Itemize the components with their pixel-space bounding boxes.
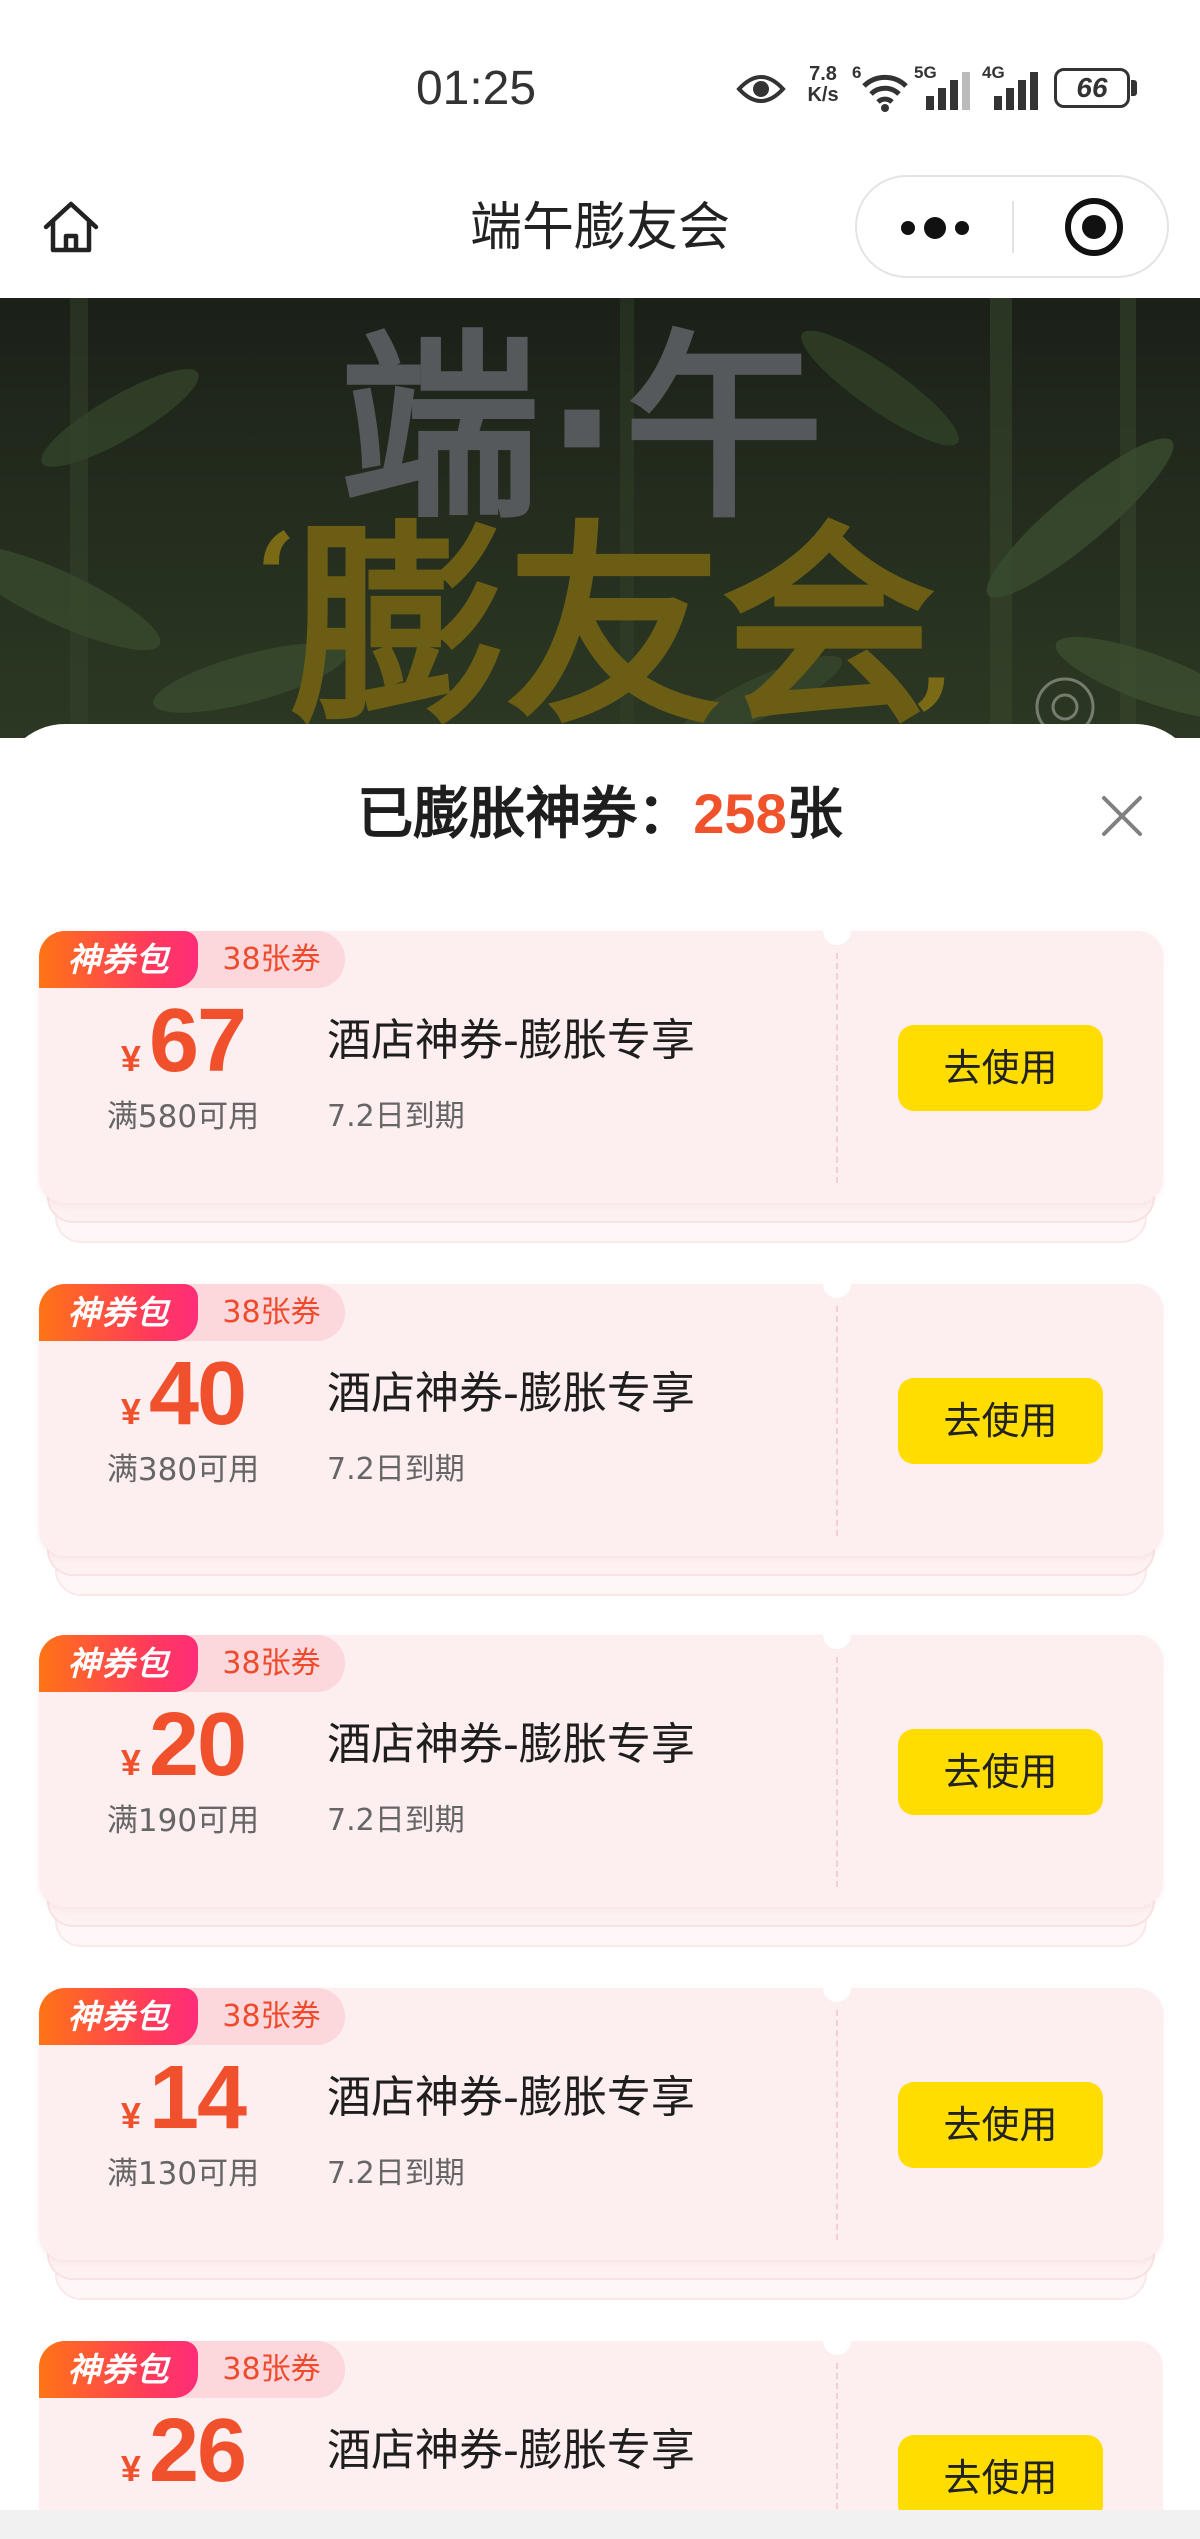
coupon-expiry: 7.2日到期 [327, 1099, 465, 1134]
event-banner: 端·午 ‘ 膨友会 ’ [0, 298, 1200, 738]
coupon-divider [836, 1306, 838, 1536]
coupon-card: 38张券 神券包 ¥14 满130可用 酒店神券-膨胀专享 7.2日到期 去使用 [39, 1974, 1163, 2300]
coupon-divider [836, 2010, 838, 2240]
use-coupon-button[interactable]: 去使用 [898, 1729, 1103, 1815]
coupon-notch [823, 1974, 851, 2002]
coupon-divider [836, 1657, 838, 1887]
coupon-count-tag: 38张券 [179, 1988, 345, 2045]
battery-icon: 66 [1054, 68, 1130, 108]
coupon-condition: 满580可用 [106, 1099, 260, 1135]
coupon-notch [823, 2327, 851, 2355]
coupon-condition: 满190可用 [106, 1803, 260, 1839]
currency-symbol: ¥ [120, 1038, 141, 1079]
currency-symbol: ¥ [120, 2095, 141, 2136]
network-speed: 7.8 K/s [800, 64, 846, 106]
sheet-title: 已膨胀神券：258张 [0, 784, 1200, 845]
coupon-count-tag: 38张券 [179, 1284, 345, 1341]
coupon-body: 38张券 神券包 ¥20 满190可用 酒店神券-膨胀专享 7.2日到期 去使用 [39, 1621, 1163, 1907]
coupon-card: 38张券 神券包 ¥20 满190可用 酒店神券-膨胀专享 7.2日到期 去使用 [39, 1621, 1163, 1947]
coupon-body: 38张券 神券包 ¥67 满580可用 酒店神券-膨胀专享 7.2日到期 去使用 [39, 917, 1163, 1203]
currency-symbol: ¥ [120, 2448, 141, 2489]
coupon-card: 38张券 神券包 ¥40 满380可用 酒店神券-膨胀专享 7.2日到期 去使用 [39, 1270, 1163, 1596]
use-coupon-button[interactable]: 去使用 [898, 1378, 1103, 1464]
coupon-notch [823, 917, 851, 945]
currency-symbol: ¥ [120, 1742, 141, 1783]
wifi-icon: 6 [850, 64, 910, 112]
coupon-title: 酒店神券-膨胀专享 [327, 2072, 695, 2123]
coupon-amount: 14 [148, 2048, 247, 2148]
coupon-body: 38张券 神券包 ¥14 满130可用 酒店神券-膨胀专享 7.2日到期 去使用 [39, 1974, 1163, 2260]
signal-icon: 4G [982, 64, 1044, 112]
banner-title-line2: 膨友会 [291, 502, 936, 738]
coupon-amount: 26 [148, 2401, 247, 2501]
eye-icon [736, 70, 786, 108]
page-title: 端午膨友会 [469, 198, 730, 258]
coupon-amount: 20 [148, 1695, 247, 1795]
bamboo-stalk [70, 298, 88, 738]
close-icon[interactable] [1099, 793, 1145, 839]
capsule-divider [1012, 201, 1014, 253]
target-icon[interactable] [1063, 196, 1125, 258]
signal-icon: 5G [914, 64, 976, 112]
sheet-title-unit: 张 [786, 782, 843, 847]
sheet-title-label: 已膨胀神券： [357, 782, 694, 847]
network-speed-unit: K/s [807, 84, 839, 106]
coupon-expiry: 7.2日到期 [327, 1803, 465, 1838]
miniprogram-capsule [855, 175, 1169, 278]
coupon-title: 酒店神券-膨胀专享 [327, 2425, 695, 2476]
coupon-expiry: 7.2日到期 [327, 2156, 465, 2191]
use-coupon-button[interactable]: 去使用 [898, 2082, 1103, 2168]
status-bar: 01:25 7.8 K/s 6 5G 4G 66 [0, 0, 1200, 150]
currency-symbol: ¥ [120, 1391, 141, 1432]
network-speed-value: 7.8 [809, 63, 837, 85]
coupon-notch [823, 1621, 851, 1649]
status-time: 01:25 [415, 62, 537, 115]
system-gesture-bar [0, 2510, 1200, 2539]
coupon-sheet: 已膨胀神券：258张 38张券 神券包 ¥67 满580可用 酒店神券-膨胀专享… [0, 724, 1200, 2539]
coupon-amount: 40 [148, 1344, 247, 1444]
coupon-count-tag: 38张券 [179, 931, 345, 988]
coupon-pack-tag: 神券包 [39, 2341, 198, 2398]
coupon-condition: 满130可用 [106, 2156, 260, 2192]
coupon-condition: 满380可用 [106, 1452, 260, 1488]
home-icon[interactable] [41, 197, 101, 257]
coupon-divider [836, 953, 838, 1183]
bamboo-stalk [990, 298, 1012, 738]
coupon-total-count: 258 [693, 782, 787, 845]
coupon-price: ¥26 [39, 2403, 327, 2499]
coupon-title: 酒店神券-膨胀专享 [327, 1719, 695, 1770]
coupon-price: ¥67 [39, 993, 327, 1089]
coupon-title: 酒店神券-膨胀专享 [327, 1015, 695, 1066]
coupon-amount: 67 [148, 991, 247, 1091]
nav-bar: 端午膨友会 [0, 150, 1200, 298]
coupon-count-tag: 38张券 [179, 2341, 345, 2398]
coupon-price: ¥40 [39, 1346, 327, 1442]
battery-nub [1131, 80, 1137, 96]
coupon-price: ¥14 [39, 2050, 327, 2146]
coupon-card: 38张券 神券包 ¥67 满580可用 酒店神券-膨胀专享 7.2日到期 去使用 [39, 917, 1163, 1243]
use-coupon-button[interactable]: 去使用 [898, 1025, 1103, 1111]
use-coupon-button[interactable]: 去使用 [898, 2435, 1103, 2521]
coupon-pack-tag: 神券包 [39, 931, 198, 988]
coupon-title: 酒店神券-膨胀专享 [327, 1368, 695, 1419]
coupon-expiry: 7.2日到期 [327, 1452, 465, 1487]
coupon-body: 38张券 神券包 ¥40 满380可用 酒店神券-膨胀专享 7.2日到期 去使用 [39, 1270, 1163, 1556]
coupon-count-tag: 38张券 [179, 1635, 345, 1692]
coupon-price: ¥20 [39, 1697, 327, 1793]
coupon-pack-tag: 神券包 [39, 1988, 198, 2045]
coupon-notch [823, 1270, 851, 1298]
more-dots-icon[interactable] [899, 213, 971, 243]
coupon-pack-tag: 神券包 [39, 1635, 198, 1692]
coupon-pack-tag: 神券包 [39, 1284, 198, 1341]
banner-title-line1: 端·午 [340, 313, 828, 546]
